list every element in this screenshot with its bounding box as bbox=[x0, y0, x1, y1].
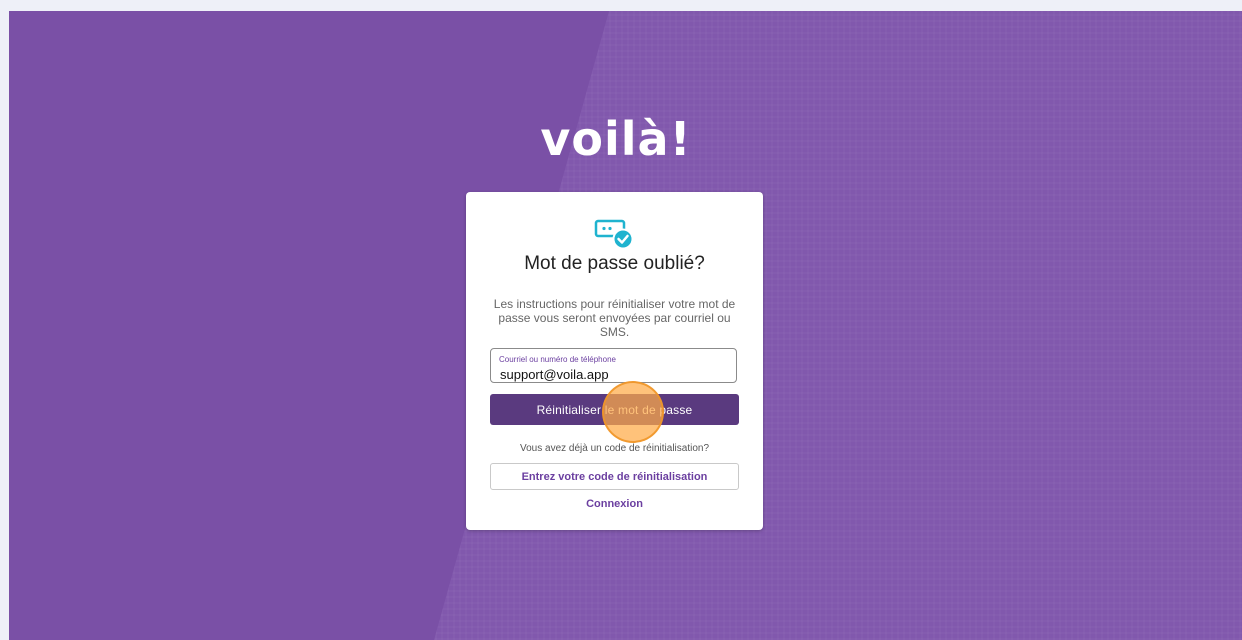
enter-reset-code-button[interactable]: Entrez votre code de réinitialisation bbox=[490, 463, 739, 490]
voila-logo: voilà! bbox=[540, 112, 692, 166]
page-title: Mot de passe oublié? bbox=[524, 253, 705, 274]
email-or-phone-field[interactable]: Courriel ou numéro de téléphone bbox=[490, 348, 737, 383]
instructions-text: Les instructions pour réinitialiser votr… bbox=[493, 297, 736, 339]
login-link[interactable]: Connexion bbox=[466, 498, 763, 510]
click-indicator bbox=[602, 381, 664, 443]
logo-text: voilà! bbox=[540, 112, 692, 166]
email-or-phone-input[interactable] bbox=[500, 367, 720, 382]
password-check-icon bbox=[594, 219, 634, 250]
field-label: Courriel ou numéro de téléphone bbox=[499, 355, 616, 364]
reset-password-card: Mot de passe oublié? Les instructions po… bbox=[466, 192, 763, 530]
reset-code-question: Vous avez déjà un code de réinitialisati… bbox=[519, 443, 710, 454]
